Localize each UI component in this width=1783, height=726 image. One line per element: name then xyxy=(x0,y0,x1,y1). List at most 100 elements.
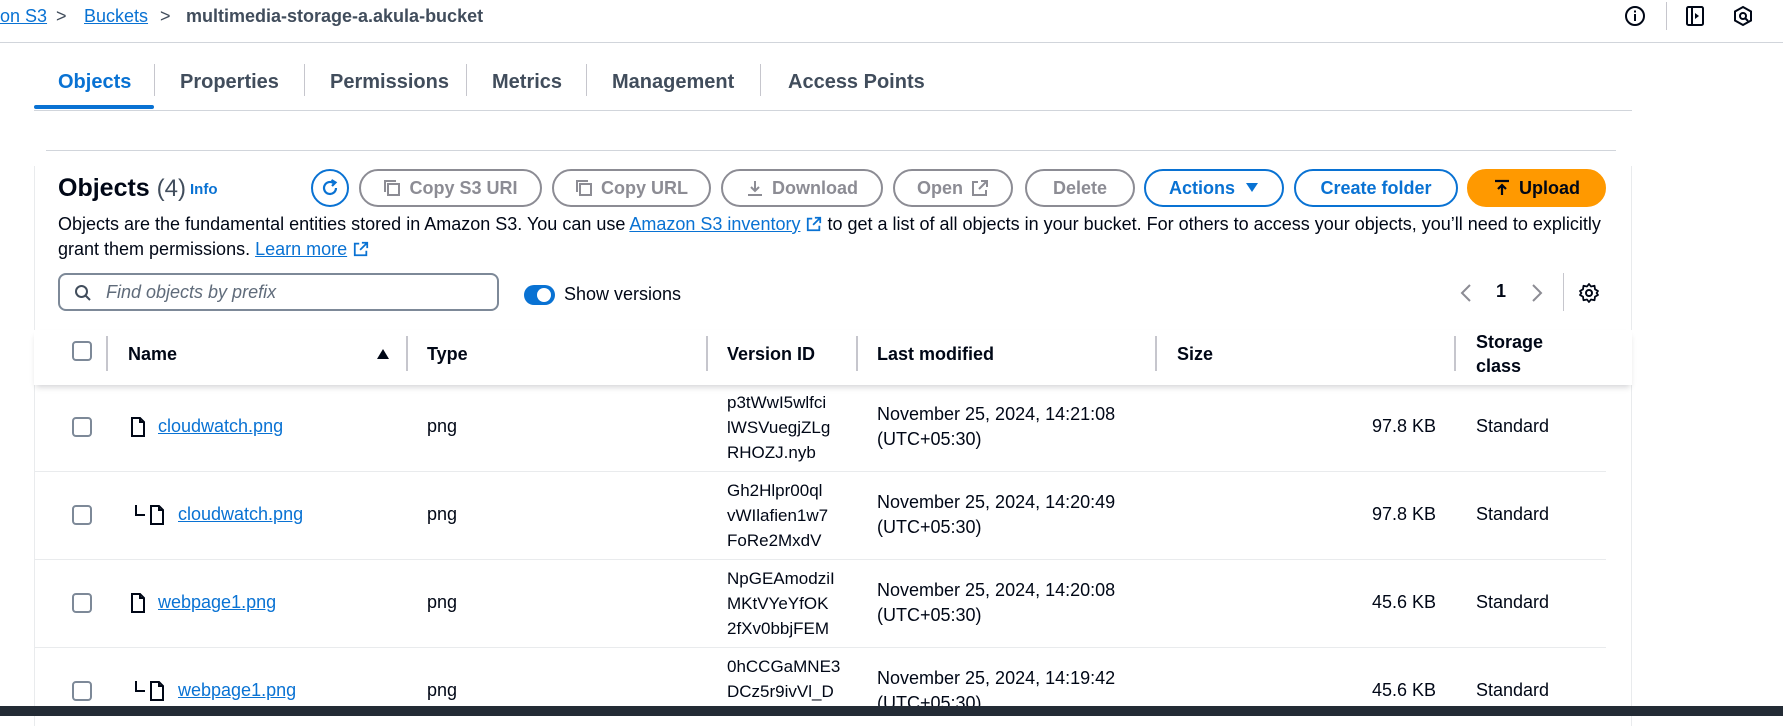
download-icon xyxy=(748,181,762,196)
row-checkbox[interactable] xyxy=(72,505,92,525)
tab-separator xyxy=(154,64,155,96)
version-id-line: DCz5r9ivVl_D xyxy=(727,682,834,701)
learn-more-label: Learn more xyxy=(255,239,348,259)
objects-description: Objects are the fundamental entities sto… xyxy=(58,212,1618,262)
version-id: 0hCCGaMNE3 DCz5r9ivVl_D xyxy=(727,654,847,704)
file-icon xyxy=(150,681,164,701)
column-separator xyxy=(406,336,408,371)
copy-url-button[interactable]: Copy URL xyxy=(552,169,711,207)
storage-class: Standard xyxy=(1476,504,1550,524)
table-row: webpage1.png png NpGEAmodziI MKtVYeYfOK … xyxy=(34,560,1606,648)
version-id-line: p3tWwI5wlfci xyxy=(727,393,827,412)
last-modified-timezone: (UTC+05:30) xyxy=(877,693,982,706)
object-type: png xyxy=(427,680,458,700)
column-header-last-modified[interactable]: Last modified xyxy=(877,330,994,385)
download-button[interactable]: Download xyxy=(721,169,883,207)
objects-count: (4) xyxy=(156,175,186,202)
object-name-link[interactable]: webpage1.png xyxy=(178,678,296,703)
external-link-icon xyxy=(807,216,822,232)
tab-management[interactable]: Management xyxy=(612,64,734,110)
column-header-storage-class[interactable]: Storage class xyxy=(1476,330,1566,385)
breadcrumb-separator-icon: > xyxy=(160,6,171,26)
last-modified-timezone: (UTC+05:30) xyxy=(877,517,982,537)
previous-page-icon[interactable] xyxy=(1459,283,1473,303)
breadcrumb-current: multimedia-storage-a.akula-bucket xyxy=(186,6,484,26)
show-versions-label: Show versions xyxy=(564,284,682,304)
last-modified: November 25, 2024, 14:21:08 (UTC+05:30) xyxy=(877,402,1115,452)
breadcrumb-buckets-link[interactable]: Buckets xyxy=(84,4,148,28)
create-folder-button[interactable]: Create folder xyxy=(1294,169,1458,207)
table-row: webpage1.png png 0hCCGaMNE3 DCz5r9ivVl_D… xyxy=(34,648,1606,706)
version-id-line: NpGEAmodziI xyxy=(727,569,835,588)
object-name-link[interactable]: cloudwatch.png xyxy=(178,502,303,527)
last-modified: November 25, 2024, 14:19:42 (UTC+05:30) xyxy=(877,666,1115,706)
table-header: Name Type Version ID Last modified Size … xyxy=(34,330,1632,385)
version-id-line: MKtVYeYfOK xyxy=(727,594,829,613)
version-id: Gh2Hlpr00ql vWIlafien1w7 FoRe2MxdV xyxy=(727,478,847,553)
column-separator xyxy=(106,336,108,371)
tab-separator xyxy=(466,64,467,96)
copy-s3-uri-button[interactable]: Copy S3 URI xyxy=(359,169,542,207)
upload-button[interactable]: Upload xyxy=(1467,169,1606,207)
tab-access-points[interactable]: Access Points xyxy=(788,64,925,110)
search-input[interactable] xyxy=(104,279,484,305)
version-id-line: 2fXv0bbjFEM xyxy=(727,619,830,638)
refresh-icon xyxy=(322,179,338,196)
show-versions-toggle[interactable] xyxy=(524,285,555,305)
column-header-version-id[interactable]: Version ID xyxy=(727,330,815,385)
open-button[interactable]: Open xyxy=(893,169,1013,207)
refresh-button[interactable] xyxy=(311,169,349,207)
s3-inventory-link[interactable]: Amazon S3 inventory xyxy=(629,214,822,234)
last-modified-timezone: (UTC+05:30) xyxy=(877,429,982,449)
version-id: NpGEAmodziI MKtVYeYfOK 2fXv0bbjFEM xyxy=(727,566,847,641)
last-modified: November 25, 2024, 14:20:49 (UTC+05:30) xyxy=(877,490,1115,540)
object-size: 45.6 KB xyxy=(1371,592,1436,612)
delete-button[interactable]: Delete xyxy=(1025,169,1135,207)
copy-url-label: Copy URL xyxy=(601,178,688,198)
current-page-number[interactable]: 1 xyxy=(1496,281,1506,302)
sort-ascending-icon[interactable] xyxy=(376,348,390,360)
description-text: Objects are the fundamental entities sto… xyxy=(58,214,630,234)
caret-down-icon xyxy=(1246,183,1258,192)
tab-objects[interactable]: Objects xyxy=(58,64,131,110)
last-modified: November 25, 2024, 14:20:08 (UTC+05:30) xyxy=(877,578,1115,628)
info-link[interactable]: Info xyxy=(190,181,218,198)
object-type: png xyxy=(427,416,458,436)
breadcrumb-s3-link[interactable]: on S3 xyxy=(0,4,47,28)
gear-icon[interactable] xyxy=(1578,282,1600,304)
object-name-link[interactable]: webpage1.png xyxy=(158,590,276,615)
select-all-checkbox[interactable] xyxy=(72,341,92,361)
copy-icon xyxy=(576,180,592,196)
cloudshell-icon[interactable] xyxy=(1732,5,1754,27)
row-checkbox[interactable] xyxy=(72,681,92,701)
column-separator xyxy=(1454,336,1456,371)
actions-dropdown-button[interactable]: Actions xyxy=(1144,169,1284,207)
container-divider xyxy=(46,150,1616,151)
tab-properties[interactable]: Properties xyxy=(180,64,279,110)
object-name-link[interactable]: cloudwatch.png xyxy=(158,414,283,439)
column-separator xyxy=(706,336,708,371)
tab-separator xyxy=(760,64,761,96)
info-circle-icon[interactable] xyxy=(1624,5,1646,27)
notes-panel-icon[interactable] xyxy=(1684,5,1706,27)
storage-class: Standard xyxy=(1476,680,1550,700)
toggle-knob xyxy=(537,288,551,302)
version-id-line: Gh2Hlpr00ql xyxy=(727,481,823,500)
s3-inventory-label: Amazon S3 inventory xyxy=(629,214,801,234)
column-header-type[interactable]: Type xyxy=(427,330,468,385)
download-label: Download xyxy=(772,178,858,198)
tab-metrics[interactable]: Metrics xyxy=(492,64,562,110)
create-folder-label: Create folder xyxy=(1320,178,1432,198)
next-page-icon[interactable] xyxy=(1530,283,1544,303)
learn-more-link[interactable]: Learn more xyxy=(255,239,369,259)
table-row: cloudwatch.png png Gh2Hlpr00ql vWIlafien… xyxy=(34,472,1606,560)
top-divider xyxy=(1666,2,1667,30)
column-header-name[interactable]: Name xyxy=(128,330,177,385)
objects-title: Objects xyxy=(58,174,150,202)
row-checkbox[interactable] xyxy=(72,417,92,437)
tab-permissions[interactable]: Permissions xyxy=(330,64,449,110)
row-checkbox[interactable] xyxy=(72,593,92,613)
version-branch-icon xyxy=(135,681,145,692)
column-header-size[interactable]: Size xyxy=(1177,330,1213,385)
last-modified-date: November 25, 2024, 14:20:08 xyxy=(877,580,1116,600)
